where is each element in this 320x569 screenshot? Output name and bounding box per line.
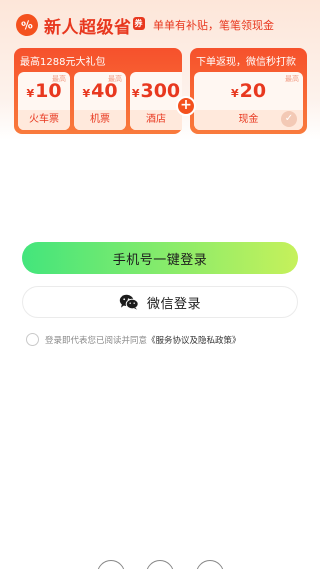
cashback-panel[interactable]: 下单返现，微信秒打款 最高 ¥20 现金 ✓ [190, 48, 307, 134]
coupon-label: 酒店 [130, 110, 182, 130]
plus-icon: + [176, 96, 196, 116]
login-method-icon[interactable] [97, 560, 125, 569]
currency-symbol: ¥ [26, 87, 35, 100]
phone-login-label: 手机号一键登录 [112, 252, 208, 268]
login-method-icon[interactable] [146, 560, 174, 569]
coupon-amount-value: 10 [35, 80, 62, 102]
coupon-amount: ¥10 [18, 80, 70, 102]
coupon-flight[interactable]: 最高 ¥40 机票 [74, 72, 126, 130]
service-privacy-policy-link[interactable]: 《服务协议及隐私政策》 [147, 334, 241, 346]
coupon-amount: ¥300 [130, 80, 182, 102]
promo-header: % 新人超级省券 单单有补贴，笔笔领现金 [13, 11, 274, 39]
phone-one-tap-login-button[interactable]: 手机号一键登录 [22, 242, 298, 274]
gift-package-caption: 最高1288元大礼包 [20, 57, 106, 68]
currency-symbol: ¥ [230, 87, 239, 100]
new-user-promo-banner[interactable]: % 新人超级省券 单单有补贴，笔笔领现金 最高1288元大礼包 最高 ¥10 火… [0, 0, 320, 140]
other-login-methods [0, 560, 320, 569]
cashback-caption: 下单返现，微信秒打款 [196, 57, 296, 68]
currency-symbol: ¥ [131, 87, 140, 100]
currency-symbol: ¥ [82, 87, 91, 100]
coupon-cash[interactable]: 最高 ¥20 现金 ✓ [194, 72, 303, 130]
wechat-login-button[interactable]: 微信登录 [22, 286, 298, 318]
promo-title-text: 新人超级省 [44, 17, 132, 38]
checkmark-icon: ✓ [281, 111, 297, 127]
wechat-icon [119, 294, 139, 310]
agreement-prefix: 登录即代表您已阅读并同意 [45, 335, 148, 346]
promo-title: 新人超级省券 [44, 13, 145, 38]
coupon-hotel[interactable]: ¥300 酒店 [130, 72, 182, 130]
coupon-amount: ¥20 [194, 80, 303, 102]
coupon-label: 机票 [74, 110, 126, 130]
wechat-login-label: 微信登录 [146, 296, 201, 312]
login-page: % 新人超级省券 单单有补贴，笔笔领现金 最高1288元大礼包 最高 ¥10 火… [0, 0, 320, 569]
coupon-amount: ¥40 [74, 80, 126, 102]
coupon-label: 火车票 [18, 110, 70, 130]
coupon-amount-value: 300 [140, 80, 181, 102]
coupon-amount-value: 20 [239, 80, 267, 102]
login-method-icon[interactable] [196, 560, 224, 569]
coupon-amount-value: 40 [91, 80, 118, 102]
gift-package-panel[interactable]: 最高1288元大礼包 最高 ¥10 火车票 最高 ¥40 机票 ¥300 酒店 [14, 48, 182, 134]
promo-subtitle: 单单有补贴，笔笔领现金 [153, 19, 274, 32]
discount-badge-icon: % [13, 11, 41, 39]
agreement-checkbox[interactable] [26, 333, 39, 346]
coupon-train[interactable]: 最高 ¥10 火车票 [18, 72, 70, 130]
agreement-row: 登录即代表您已阅读并同意 《服务协议及隐私政策》 [26, 333, 241, 346]
promo-title-tag: 券 [132, 16, 145, 30]
